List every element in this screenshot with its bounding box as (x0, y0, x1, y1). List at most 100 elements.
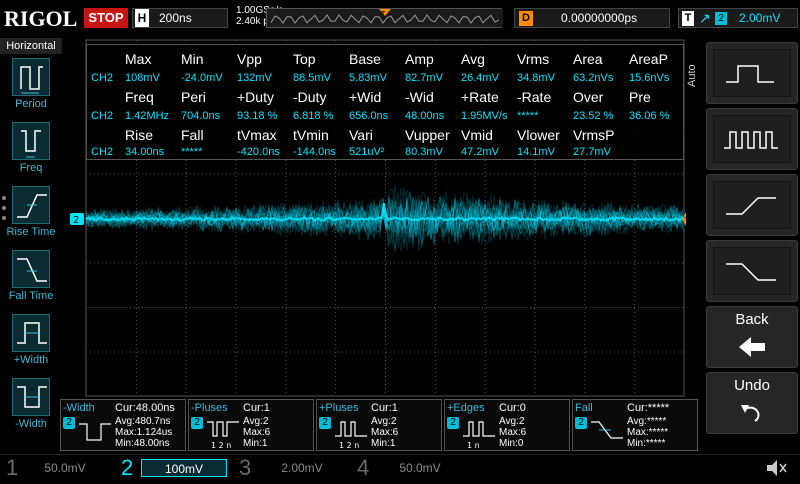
stat-current: Cur:1 (371, 402, 398, 414)
menu-item-fall-time[interactable]: Fall Time (0, 250, 62, 314)
measure-pulse-train-button[interactable] (706, 108, 798, 170)
menu-item-freq[interactable]: Freq (0, 122, 62, 186)
horizontal-timebase[interactable]: H 200ns (132, 8, 228, 28)
stat-title: +Pluses (319, 402, 359, 414)
stat-panel-neg-pulses[interactable]: -Pluses 2 1 2 n Cur:1 Avg:2 Max:6 Min:1 (188, 399, 314, 451)
pulse-train-icon (713, 115, 791, 163)
measurement-value: 36.06 % (629, 110, 670, 122)
delay-readout[interactable]: D 0.00000000ps (514, 8, 670, 28)
single-pulse-icon (713, 49, 791, 97)
run-stop-status[interactable]: STOP (84, 8, 128, 28)
measure-single-pulse-button[interactable] (706, 42, 798, 104)
channel-badge: 2 (575, 417, 587, 429)
measure-falling-edge-button[interactable] (706, 240, 798, 302)
fall-time-icon (12, 250, 50, 288)
channel-number: 2 (121, 455, 134, 480)
rising-edge-icon (713, 181, 791, 229)
menu-item-rise-time[interactable]: Rise Time (0, 186, 62, 250)
measurement-value: 14.1mV (517, 146, 555, 158)
speaker-mute-icon[interactable] (764, 457, 788, 479)
pos-width-icon (12, 314, 50, 352)
delay-label: D (519, 11, 533, 26)
fall-time-icon (591, 421, 623, 439)
stat-min: Min:***** (627, 438, 666, 449)
channel-scale: 2.00mV (281, 461, 323, 475)
stat-avg: Avg:2 (499, 416, 525, 427)
svg-text:T: T (380, 10, 386, 18)
measurement-label: Vmid (461, 127, 493, 143)
stat-panel-neg-width[interactable]: -Width 2 Cur:48.00ns Avg:480.7ns Max:1.1… (60, 399, 186, 451)
measurement-value: 88.5mV (293, 72, 331, 84)
measurement-value: 132mV (237, 72, 272, 84)
rising-edge-icon: ↗ (699, 10, 711, 26)
undo-icon (741, 405, 760, 422)
measurement-label: Base (349, 51, 381, 67)
pos-pulses-icon: 1 2 n (335, 421, 367, 450)
menu-item-pos-width[interactable]: +Width (0, 314, 62, 378)
measurement-label: -Wid (405, 89, 434, 105)
memory-overview-bar[interactable]: T (266, 8, 503, 28)
measurement-value: 656.0ns (349, 110, 389, 122)
stat-title: Fall (575, 402, 593, 414)
stat-panel-pos-edges[interactable]: +Edges 2 1 n Cur:0 Avg:2 Max:6 Min:0 (444, 399, 570, 451)
undo-button[interactable]: Undo (706, 372, 798, 434)
channel-scale: 50.0mV (44, 461, 86, 475)
top-status-bar: RIGOL STOP H 200ns 1.00GSa/s 2.40k pts T… (0, 0, 800, 36)
menu-item-period[interactable]: Period (0, 58, 62, 122)
stat-panel-fall[interactable]: Fall 2 Cur:***** Avg:***** Max:***** Min… (572, 399, 698, 451)
freq-icon (12, 122, 50, 160)
channel-3-button[interactable]: 3 2.00mV (233, 455, 351, 481)
stat-max: Max:***** (627, 427, 669, 438)
measurement-label: Min (181, 51, 204, 67)
left-menu-panel: Horizontal Period Freq Rise Time Fall Ti… (0, 36, 62, 452)
measurement-label: tVmin (293, 127, 329, 143)
measurement-value: 704.0ns (181, 110, 221, 122)
measurement-label: VrmsP (573, 127, 615, 143)
measurement-value: 1.95MV/s (461, 110, 508, 122)
measurement-value: -24.0mV (181, 72, 223, 84)
channel-badge: 2 (63, 417, 75, 429)
measurement-value-row: CH2 34.00ns ***** -420.0ns -144.0ns 521uV² 80.… (87, 143, 685, 163)
svg-text:1 2 n: 1 2 n (211, 441, 231, 450)
stat-avg: Avg:***** (627, 416, 667, 427)
channel-2-button[interactable]: 2 100mV (115, 455, 233, 481)
measurement-label: Area (573, 51, 603, 67)
stat-max: Max:6 (371, 427, 399, 438)
pos-edges-icon: 1 n (463, 421, 495, 450)
channel-scale: 50.0mV (399, 461, 441, 475)
stat-avg: Avg:2 (243, 416, 269, 427)
measurement-value: -420.0ns (237, 146, 280, 158)
measurement-label: Vari (349, 127, 373, 143)
menu-item-label: +Width (13, 354, 49, 366)
measurement-value: ***** (517, 110, 539, 122)
right-menu-panel: Auto Back Undo (686, 36, 800, 452)
trigger-source: 2 (715, 12, 727, 25)
delay-value: 0.00000000ps (561, 11, 638, 25)
stat-panel-pos-pulses[interactable]: +Pluses 2 1 2 n Cur:1 Avg:2 Max:6 Min:1 (316, 399, 442, 451)
stat-title: -Width (63, 402, 95, 414)
trigger-readout[interactable]: T ↗ 2 2.00mV (678, 8, 798, 28)
measurement-value: 82.7mV (405, 72, 443, 84)
timebase-value: 200ns (159, 11, 192, 25)
measurement-value-row: CH2 1.42MHz 704.0ns 93.18 % 6.818 % 656.0ns 48… (87, 107, 685, 127)
back-arrow-icon (739, 337, 765, 357)
measurement-label: Pre (629, 89, 651, 105)
stat-max: Max:6 (499, 427, 527, 438)
measure-rising-edge-button[interactable] (706, 174, 798, 236)
channel-4-button[interactable]: 4 50.0mV (351, 455, 469, 481)
stat-min: Min:1 (243, 438, 268, 449)
brand-logo: RIGOL (4, 6, 78, 31)
back-button[interactable]: Back (706, 306, 798, 368)
measurement-channel: CH2 (91, 110, 114, 122)
memory-waveform-icon: T (267, 9, 503, 27)
channel-scale: 100mV (141, 459, 227, 477)
stat-avg: Avg:2 (371, 416, 397, 427)
channel-1-button[interactable]: 1 50.0mV (0, 455, 115, 481)
measurement-label: -Rate (517, 89, 552, 105)
menu-item-neg-width[interactable]: -Width (0, 378, 62, 442)
svg-text:1 2 n: 1 2 n (339, 441, 359, 450)
measurement-value: 34.00ns (125, 146, 165, 158)
measurement-header-row: Max Min Vpp Top Base Amp Avg Vrms Area AreaP (87, 49, 685, 69)
measurement-label: Vpp (237, 51, 262, 67)
ch2-offset-marker[interactable]: 2 (70, 213, 84, 226)
